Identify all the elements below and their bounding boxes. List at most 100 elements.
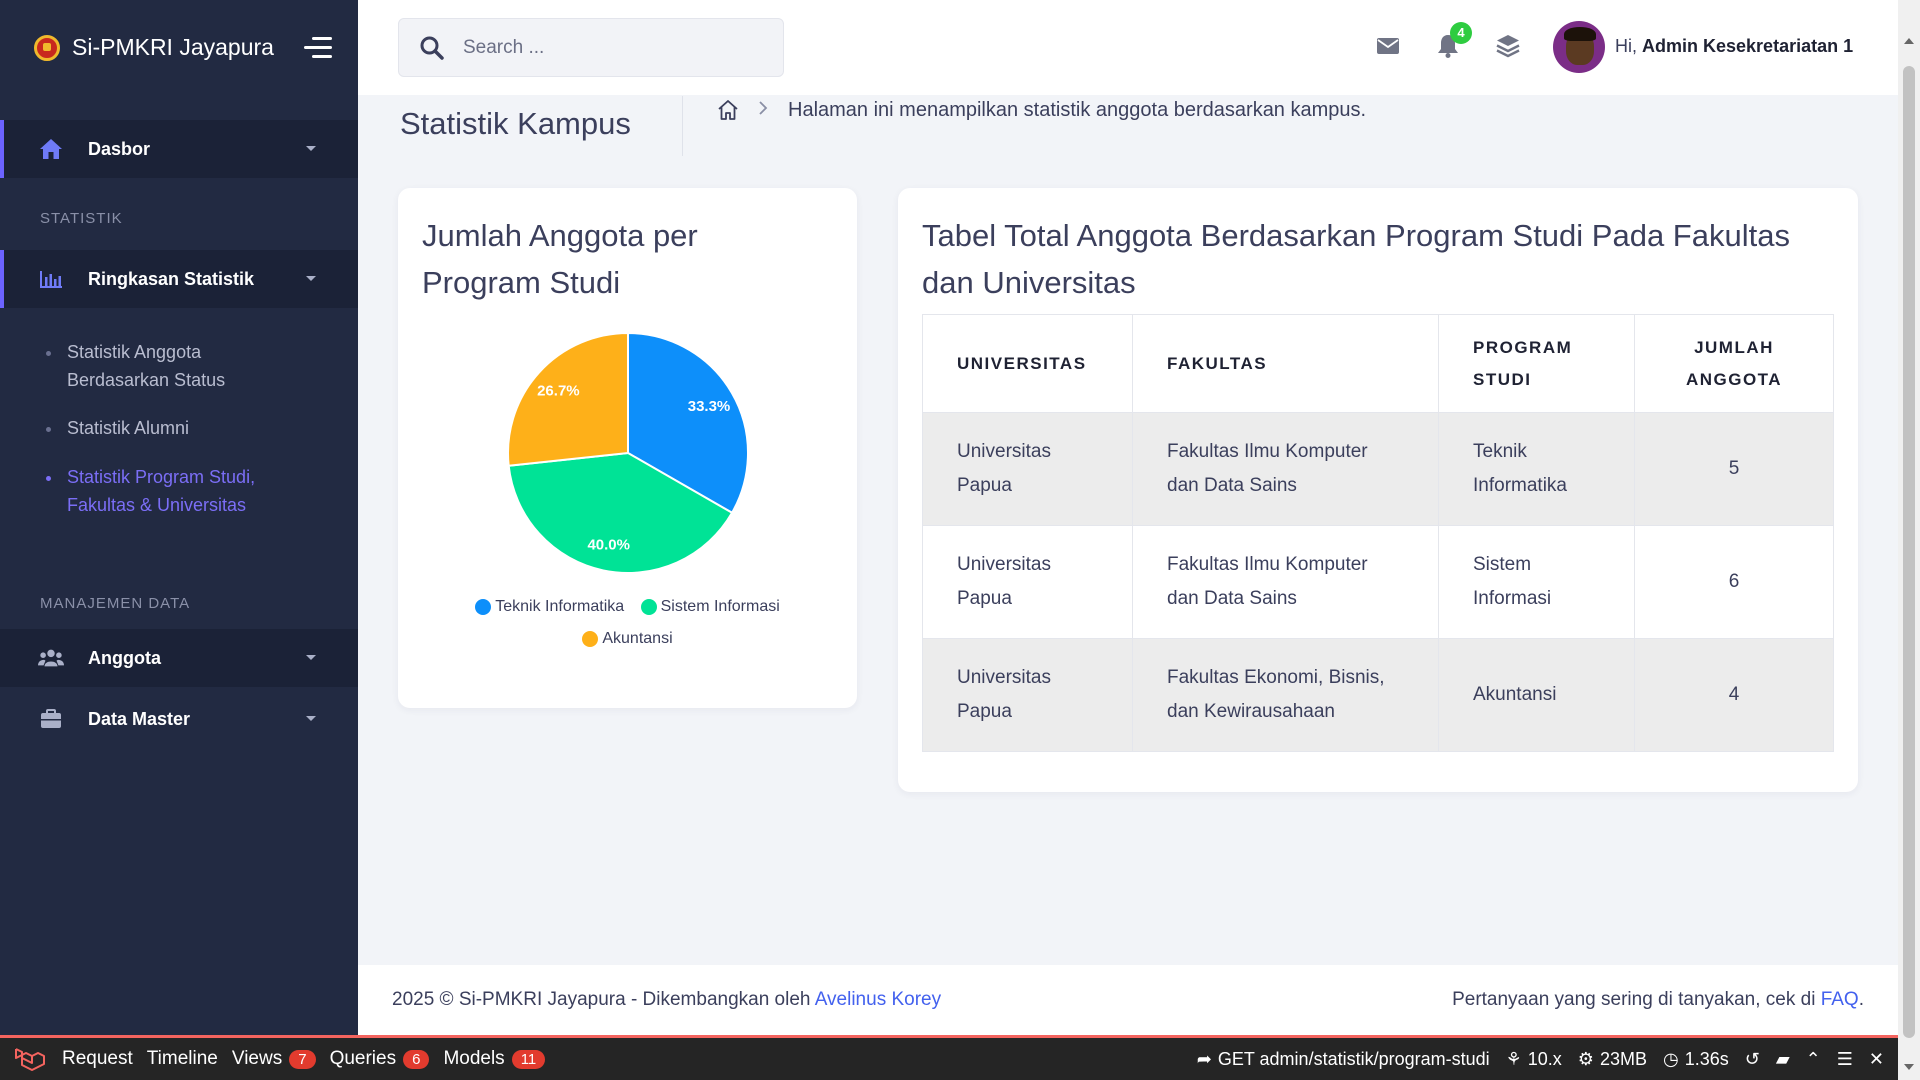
- search-box[interactable]: [398, 18, 784, 77]
- legend-item[interactable]: Teknik Informatika: [475, 598, 624, 616]
- brand-logo: [34, 34, 60, 61]
- share-icon: ➦: [1196, 1048, 1212, 1069]
- history-icon[interactable]: ↺: [1745, 1049, 1760, 1070]
- home-icon[interactable]: [716, 98, 740, 122]
- legend-label: Sistem Informasi: [660, 598, 780, 615]
- table-card-title: Tabel Total Anggota Berdasarkan Program …: [922, 218, 1790, 300]
- table-cell: Sistem Informasi: [1438, 525, 1635, 639]
- debug-info: ➦ GET admin/statistik/program-studi ⚘ 10.x…: [1197, 1049, 1884, 1070]
- debug-time-text: 1.36s: [1684, 1048, 1729, 1069]
- sidebar-subitem-label: Statistik Alumni: [67, 418, 190, 438]
- faq-link[interactable]: FAQ: [1821, 989, 1859, 1010]
- user-greeting[interactable]: Hi, Admin Kesekretariatan 1: [1615, 36, 1853, 57]
- table-header: UNIVERSITAS: [922, 314, 1133, 413]
- cogs-icon: ⚙: [1577, 1048, 1594, 1069]
- debug-tab-timeline[interactable]: Timeline: [147, 1048, 218, 1070]
- legend-swatch: [582, 631, 599, 647]
- table-cell: Teknik Informatika: [1438, 412, 1635, 526]
- close-icon[interactable]: ✕: [1869, 1049, 1884, 1070]
- bullet-icon: [46, 476, 51, 481]
- pie-slice-label: 26.7%: [537, 382, 580, 399]
- sidebar-item-members[interactable]: Anggota: [0, 629, 358, 687]
- pie-card-title: Jumlah Anggota per Program Studi: [422, 218, 698, 300]
- pie-chart: 33.3% 40.0% 26.7%: [507, 331, 749, 574]
- sidebar-subitem-alumni[interactable]: Statistik Alumni: [0, 414, 358, 442]
- debug-tab-label: Models: [443, 1048, 505, 1069]
- legend-item[interactable]: Akuntansi: [582, 630, 673, 648]
- debug-tab-models[interactable]: Models 11: [443, 1048, 546, 1070]
- table-cell: Fakultas Ilmu Komputer dan Data Sains: [1132, 525, 1439, 639]
- sidebar: Si-PMKRI Jayapura Dasbor STATISTIK Ringk…: [0, 0, 358, 1035]
- sidebar-item-dashboard[interactable]: Dasbor: [0, 120, 358, 178]
- search-icon: [420, 36, 444, 60]
- section-title-statistics: STATISTIK: [40, 210, 123, 227]
- legend-swatch: [475, 599, 492, 615]
- layers-icon[interactable]: [1495, 33, 1521, 59]
- chevron-down-icon: [306, 146, 316, 151]
- page-title: Statistik Kampus: [400, 106, 631, 141]
- chevron-up-icon[interactable]: ⌃: [1806, 1049, 1821, 1070]
- footer-right-text: Pertanyaan yang sering di tanyakan, cek …: [1452, 989, 1816, 1010]
- avatar[interactable]: [1553, 21, 1605, 73]
- debug-tab-label: Queries: [329, 1048, 397, 1069]
- clock-icon: ◷: [1662, 1048, 1679, 1069]
- sidebar-item-label: Ringkasan Statistik: [88, 268, 255, 289]
- debug-count-badge: 7: [289, 1049, 316, 1069]
- chevron-down-icon: [306, 716, 316, 721]
- footer-right-end: .: [1858, 989, 1864, 1010]
- legend-item[interactable]: Sistem Informasi: [640, 598, 780, 616]
- table-card: Tabel Total Anggota Berdasarkan Program …: [898, 188, 1858, 792]
- sidebar-item-statistics-summary[interactable]: Ringkasan Statistik: [0, 250, 358, 308]
- sidebar-item-label: Data Master: [88, 708, 191, 729]
- sidebar-subitem-member-status[interactable]: Statistik Anggota Berdasarkan Status: [0, 338, 358, 394]
- scroll-down-icon[interactable]: [1904, 1064, 1914, 1070]
- title-divider: [682, 96, 683, 156]
- mail-icon[interactable]: [1375, 33, 1401, 59]
- table-header: JUMLAH ANGGOTA: [1634, 314, 1834, 413]
- debug-memory-text: 23MB: [1599, 1048, 1647, 1069]
- table-cell: 6: [1634, 525, 1834, 639]
- search-input[interactable]: [463, 36, 763, 59]
- debug-count-badge: 11: [511, 1049, 546, 1069]
- debug-tab-label: Request: [62, 1048, 133, 1069]
- debug-tab-queries[interactable]: Queries 6: [330, 1048, 430, 1070]
- table-cell: 5: [1634, 412, 1834, 526]
- table-cell: Universitas Papua: [922, 525, 1133, 639]
- debug-time: ◷ 1.36s: [1663, 1049, 1729, 1070]
- bar-chart-icon: [38, 268, 64, 290]
- debug-tab-views[interactable]: Views 7: [232, 1048, 316, 1070]
- debug-tab-label: Views: [231, 1048, 283, 1069]
- sidebar-item-master-data[interactable]: Data Master: [0, 690, 358, 748]
- sidebar-item-label: Dasbor: [88, 138, 151, 159]
- briefcase-icon: [38, 708, 64, 730]
- folder-icon[interactable]: ▰: [1776, 1049, 1790, 1070]
- sidebar-subitem-label: Statistik Program Studi, Fakultas & Univ…: [67, 467, 256, 515]
- greeting-prefix: Hi,: [1615, 36, 1637, 56]
- breadcrumb: Halaman ini menampilkan statistik anggot…: [716, 98, 1366, 122]
- scrollbar-thumb[interactable]: [1903, 66, 1915, 1038]
- legend-label: Teknik Informatika: [495, 598, 625, 615]
- page-scrollbar[interactable]: [1898, 0, 1920, 1080]
- sidebar-subitem-program-study[interactable]: Statistik Program Studi, Fakultas & Univ…: [0, 463, 358, 519]
- table-cell: Akuntansi: [1438, 638, 1635, 752]
- debug-version-text: 10.x: [1527, 1048, 1562, 1069]
- table-cell: Universitas Papua: [922, 638, 1133, 752]
- chevron-right-icon: [758, 99, 768, 122]
- debug-route[interactable]: ➦ GET admin/statistik/program-studi: [1197, 1049, 1490, 1070]
- footer-copyright: 2025 © Si-PMKRI Jayapura - Dikembangkan …: [392, 989, 941, 1011]
- chevron-down-icon: [306, 276, 316, 281]
- scroll-up-icon[interactable]: [1904, 38, 1914, 44]
- debug-tab-request[interactable]: Request: [62, 1048, 133, 1070]
- debug-route-text: GET admin/statistik/program-studi: [1217, 1048, 1490, 1069]
- table-row: Universitas Papua Fakultas Ilmu Komputer…: [922, 412, 1834, 526]
- chevron-down-icon: [306, 655, 316, 660]
- laravel-logo-icon[interactable]: [10, 1045, 50, 1073]
- top-header: 4 Hi, Admin Kesekretariatan 1: [358, 0, 1898, 95]
- menu-toggle-icon[interactable]: [304, 36, 332, 59]
- table-header: PROGRAM STUDI: [1438, 314, 1635, 413]
- laravel-icon: ⚘: [1505, 1048, 1522, 1069]
- developer-link[interactable]: Avelinus Korey: [815, 989, 941, 1010]
- settings-sliders-icon[interactable]: ☰: [1837, 1049, 1853, 1070]
- table-cell: Fakultas Ilmu Komputer dan Data Sains: [1132, 412, 1439, 526]
- pie-legend: Teknik Informatika Sistem Informasi Akun…: [398, 598, 857, 652]
